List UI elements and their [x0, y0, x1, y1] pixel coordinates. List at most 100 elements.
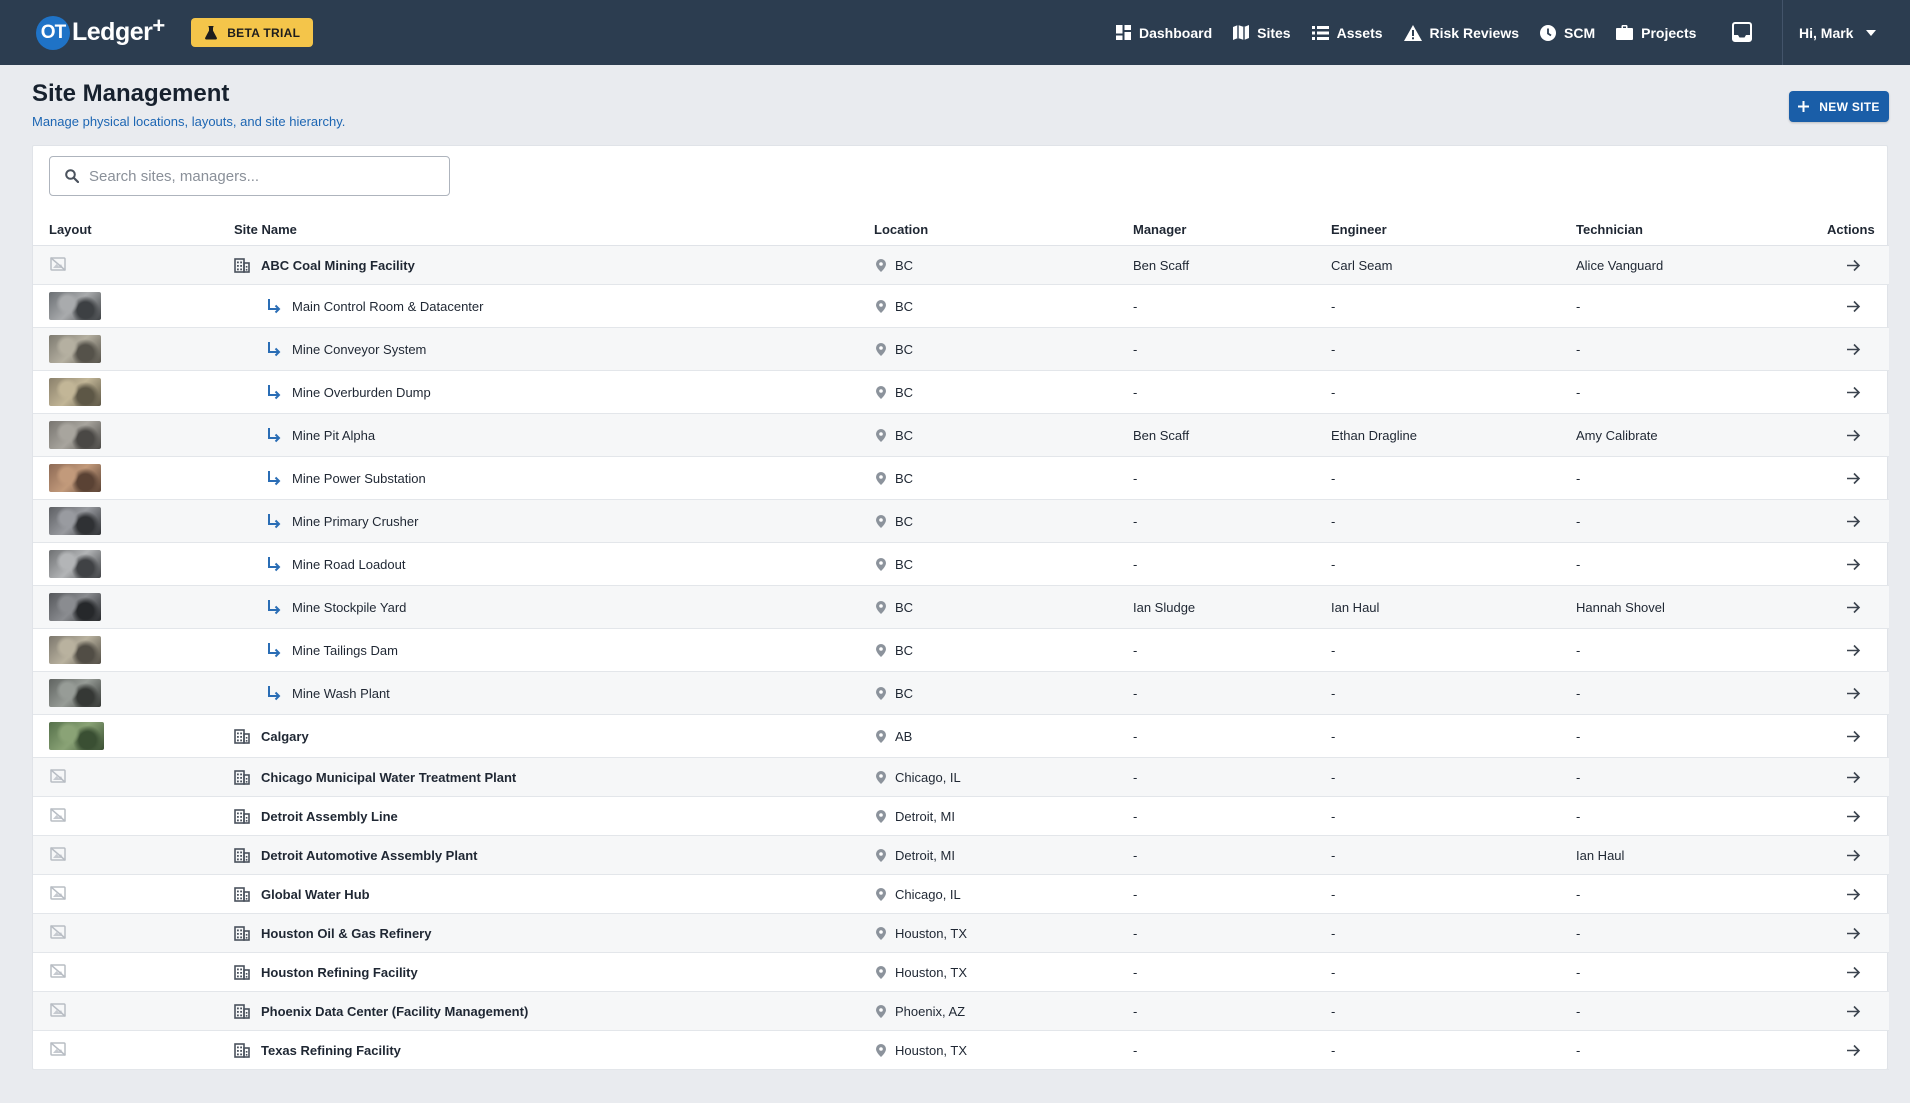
site-name-cell[interactable]: Mine Overburden Dump: [267, 371, 431, 413]
table-row[interactable]: Main Control Room & Datacenter BC - - -: [33, 285, 1889, 328]
open-site-button[interactable]: [1847, 914, 1861, 952]
open-site-button[interactable]: [1847, 500, 1861, 542]
column-header-layout[interactable]: Layout: [49, 214, 92, 246]
site-name-cell[interactable]: Mine Stockpile Yard: [267, 586, 406, 628]
open-site-button[interactable]: [1847, 758, 1861, 796]
site-name[interactable]: Texas Refining Facility: [261, 1043, 401, 1058]
site-name-cell[interactable]: Mine Power Substation: [267, 457, 426, 499]
site-name[interactable]: Houston Refining Facility: [261, 965, 418, 980]
site-name-cell[interactable]: Mine Road Loadout: [267, 543, 405, 585]
open-site-button[interactable]: [1847, 285, 1861, 327]
layout-thumbnail[interactable]: [49, 292, 101, 320]
table-row[interactable]: Mine Tailings Dam BC - - -: [33, 629, 1889, 672]
site-name-cell[interactable]: Mine Pit Alpha: [267, 414, 375, 456]
column-header-technician[interactable]: Technician: [1576, 214, 1643, 246]
table-row[interactable]: Texas Refining Facility Houston, TX - - -: [33, 1031, 1889, 1070]
site-name[interactable]: Houston Oil & Gas Refinery: [261, 926, 431, 941]
site-name[interactable]: Global Water Hub: [261, 887, 370, 902]
table-row[interactable]: Calgary AB - - -: [33, 715, 1889, 758]
open-site-button[interactable]: [1847, 875, 1861, 913]
layout-thumbnail[interactable]: [49, 679, 101, 707]
site-name[interactable]: Mine Road Loadout: [292, 557, 405, 572]
open-site-button[interactable]: [1847, 836, 1861, 874]
site-name-cell[interactable]: Phoenix Data Center (Facility Management…: [234, 992, 528, 1030]
table-row[interactable]: Mine Overburden Dump BC - - -: [33, 371, 1889, 414]
table-row[interactable]: Mine Pit Alpha BC Ben Scaff Ethan Dragline A…: [33, 414, 1889, 457]
table-row[interactable]: Detroit Automotive Assembly Plant Detroit…: [33, 836, 1889, 875]
site-name-cell[interactable]: Mine Primary Crusher: [267, 500, 418, 542]
nav-risk-reviews[interactable]: Risk Reviews: [1403, 0, 1519, 65]
site-name[interactable]: ABC Coal Mining Facility: [261, 258, 415, 273]
site-name-cell[interactable]: Mine Conveyor System: [267, 328, 426, 370]
site-name[interactable]: Calgary: [261, 729, 309, 744]
column-header-site-name[interactable]: Site Name: [234, 214, 297, 246]
table-row[interactable]: Mine Primary Crusher BC - - -: [33, 500, 1889, 543]
site-name[interactable]: Mine Stockpile Yard: [292, 600, 406, 615]
layout-thumbnail[interactable]: [49, 593, 101, 621]
layout-thumbnail[interactable]: [49, 421, 101, 449]
open-site-button[interactable]: [1847, 797, 1861, 835]
site-name-cell[interactable]: Calgary: [234, 715, 309, 757]
search-input[interactable]: [89, 167, 429, 185]
site-name[interactable]: Mine Wash Plant: [292, 686, 390, 701]
new-site-button[interactable]: NEW SITE: [1789, 91, 1889, 122]
site-name-cell[interactable]: Detroit Automotive Assembly Plant: [234, 836, 477, 874]
site-name-cell[interactable]: Detroit Assembly Line: [234, 797, 398, 835]
nav-dashboard[interactable]: Dashboard: [1116, 0, 1212, 65]
open-site-button[interactable]: [1847, 543, 1861, 585]
open-site-button[interactable]: [1847, 371, 1861, 413]
table-row[interactable]: Mine Wash Plant BC - - -: [33, 672, 1889, 715]
layout-thumbnail[interactable]: [49, 378, 101, 406]
site-name-cell[interactable]: Global Water Hub: [234, 875, 370, 913]
site-name[interactable]: Main Control Room & Datacenter: [292, 299, 483, 314]
open-site-button[interactable]: [1847, 246, 1861, 284]
table-row[interactable]: Global Water Hub Chicago, IL - - -: [33, 875, 1889, 914]
column-header-location[interactable]: Location: [874, 214, 928, 246]
layout-thumbnail[interactable]: [49, 335, 101, 363]
open-site-button[interactable]: [1847, 953, 1861, 991]
layout-thumbnail[interactable]: [49, 550, 101, 578]
table-row[interactable]: Mine Power Substation BC - - -: [33, 457, 1889, 500]
site-name-cell[interactable]: Houston Refining Facility: [234, 953, 418, 991]
open-site-button[interactable]: [1847, 414, 1861, 456]
site-name[interactable]: Detroit Automotive Assembly Plant: [261, 848, 477, 863]
site-name-cell[interactable]: Houston Oil & Gas Refinery: [234, 914, 431, 952]
open-site-button[interactable]: [1847, 629, 1861, 671]
open-site-button[interactable]: [1847, 328, 1861, 370]
layout-thumbnail[interactable]: [49, 507, 101, 535]
table-row[interactable]: Houston Refining Facility Houston, TX - - -: [33, 953, 1889, 992]
column-header-engineer[interactable]: Engineer: [1331, 214, 1387, 246]
site-name-cell[interactable]: Mine Tailings Dam: [267, 629, 398, 671]
nav-sites[interactable]: Sites: [1233, 0, 1291, 65]
table-row[interactable]: ABC Coal Mining Facility BC Ben Scaff Carl …: [33, 246, 1889, 285]
open-site-button[interactable]: [1847, 992, 1861, 1030]
site-name[interactable]: Mine Overburden Dump: [292, 385, 431, 400]
layout-thumbnail[interactable]: [49, 464, 101, 492]
open-site-button[interactable]: [1847, 457, 1861, 499]
nav-scm[interactable]: SCM: [1540, 0, 1595, 65]
layout-thumbnail[interactable]: [49, 722, 104, 750]
site-name[interactable]: Mine Conveyor System: [292, 342, 426, 357]
open-site-button[interactable]: [1847, 1031, 1861, 1069]
table-row[interactable]: Chicago Municipal Water Treatment Plant C…: [33, 758, 1889, 797]
app-logo[interactable]: OT Ledger +: [36, 13, 165, 50]
open-site-button[interactable]: [1847, 672, 1861, 714]
layout-thumbnail[interactable]: [49, 636, 101, 664]
open-site-button[interactable]: [1847, 586, 1861, 628]
inbox-button[interactable]: [1732, 22, 1752, 47]
table-row[interactable]: Mine Stockpile Yard BC Ian Sludge Ian Haul H…: [33, 586, 1889, 629]
table-row[interactable]: Detroit Assembly Line Detroit, MI - - -: [33, 797, 1889, 836]
site-name[interactable]: Phoenix Data Center (Facility Management…: [261, 1004, 528, 1019]
table-row[interactable]: Mine Road Loadout BC - - -: [33, 543, 1889, 586]
nav-projects[interactable]: Projects: [1616, 0, 1696, 65]
table-row[interactable]: Phoenix Data Center (Facility Management…: [33, 992, 1889, 1031]
site-name[interactable]: Detroit Assembly Line: [261, 809, 398, 824]
open-site-button[interactable]: [1847, 715, 1861, 757]
nav-assets[interactable]: Assets: [1311, 0, 1383, 65]
user-menu[interactable]: Hi, Mark: [1799, 0, 1877, 65]
site-name-cell[interactable]: ABC Coal Mining Facility: [234, 246, 415, 284]
site-name[interactable]: Mine Pit Alpha: [292, 428, 375, 443]
site-name-cell[interactable]: Chicago Municipal Water Treatment Plant: [234, 758, 516, 796]
beta-trial-badge[interactable]: BETA TRIAL: [191, 18, 314, 47]
site-name[interactable]: Mine Primary Crusher: [292, 514, 418, 529]
